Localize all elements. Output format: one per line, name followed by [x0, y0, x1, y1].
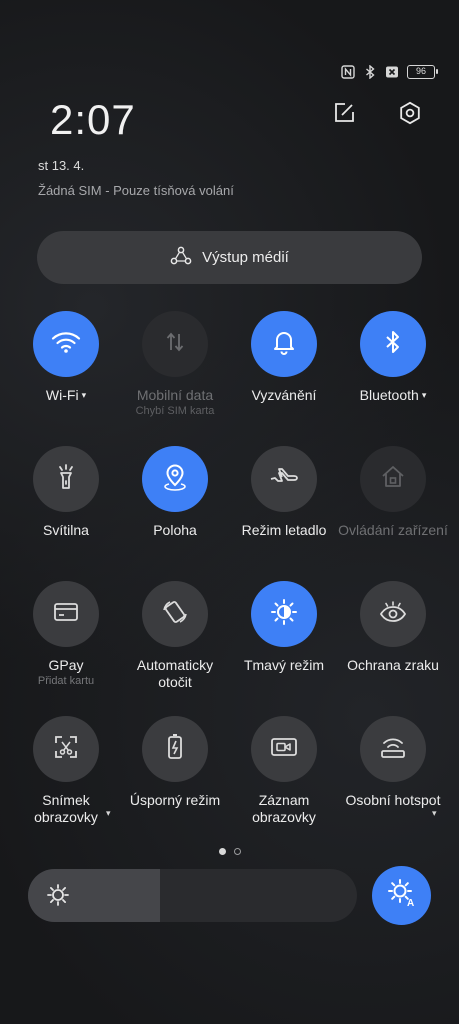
tile-battery-saver[interactable]: Úsporný režim	[120, 716, 230, 809]
tile-screen-record-toggle[interactable]	[251, 716, 317, 782]
tile-wifi-label: Wi-Fi	[45, 387, 79, 403]
tile-mobile-data[interactable]: Mobilní data Chybí SIM karta	[120, 311, 230, 418]
bluetooth-icon	[383, 329, 403, 360]
tile-bluetooth[interactable]: Bluetooth ▾	[338, 311, 448, 404]
mobile-data-icon	[163, 330, 187, 359]
bluetooth-icon	[363, 65, 377, 79]
wifi-icon	[51, 330, 81, 359]
status-bar: 96	[341, 62, 438, 82]
tile-battery-saver-label: Úsporný režim	[129, 792, 221, 808]
edit-icon[interactable]	[331, 100, 357, 126]
nfc-icon	[341, 65, 355, 79]
tile-screenshot[interactable]: Snímek obrazovky	[11, 716, 121, 826]
page-dot-1[interactable]	[218, 848, 226, 855]
hotspot-caret[interactable]: ▾	[432, 808, 437, 819]
page-indicator	[0, 848, 459, 855]
tile-flashlight-label: Svítilna	[43, 522, 89, 538]
tile-gpay-toggle[interactable]	[33, 581, 99, 647]
tile-screenshot-label: Snímek obrazovky	[34, 792, 98, 825]
brightness-slider[interactable]	[28, 869, 357, 922]
date: st 13. 4.	[38, 158, 85, 173]
eye-icon	[379, 600, 407, 629]
bell-icon	[272, 329, 296, 360]
tile-device-controls[interactable]: Ovládání zařízení	[338, 446, 448, 539]
tile-eye-comfort-toggle[interactable]	[360, 581, 426, 647]
page-dot-2[interactable]	[233, 848, 241, 855]
tile-mobile-data-sub: Chybí SIM karta	[135, 405, 215, 417]
tile-battery-saver-toggle[interactable]	[142, 716, 208, 782]
brightness-icon	[46, 883, 70, 907]
tile-wifi[interactable]: Wi-Fi ▾	[11, 311, 121, 404]
media-output-icon	[170, 246, 192, 270]
tile-autorotate[interactable]: Automaticky otočit	[120, 581, 230, 691]
home-icon	[380, 464, 406, 495]
tile-hotspot-toggle[interactable]	[360, 716, 426, 782]
clock: 2:07	[50, 96, 136, 143]
flashlight-icon	[54, 463, 78, 496]
screenshot-icon	[53, 734, 79, 765]
tile-autorotate-toggle[interactable]	[142, 581, 208, 647]
tile-device-controls-toggle[interactable]	[360, 446, 426, 512]
header-actions	[331, 100, 423, 126]
bluetooth-caret[interactable]: ▾	[422, 390, 427, 400]
tile-gpay-label: GPay	[48, 657, 84, 673]
hotspot-icon	[379, 734, 407, 765]
tile-ring-label: Vyzvánění	[251, 387, 317, 403]
tile-flashlight-toggle[interactable]	[33, 446, 99, 512]
auto-brightness-icon: A	[387, 878, 417, 913]
battery-indicator: 96	[407, 65, 438, 79]
tile-bluetooth-label: Bluetooth	[359, 387, 419, 403]
tile-gpay[interactable]: GPay Přidat kartu	[11, 581, 121, 688]
tile-mobile-data-label: Mobilní data	[136, 387, 214, 403]
svg-text:A: A	[407, 898, 414, 908]
tile-mobile-data-toggle[interactable]	[142, 311, 208, 377]
location-icon	[162, 463, 188, 496]
tile-location[interactable]: Poloha	[120, 446, 230, 539]
tile-location-toggle[interactable]	[142, 446, 208, 512]
screenshot-caret[interactable]: ▾	[106, 808, 111, 819]
tile-flashlight[interactable]: Svítilna	[11, 446, 121, 539]
tile-screenshot-toggle[interactable]	[33, 716, 99, 782]
tile-hotspot[interactable]: Osobní hotspot	[338, 716, 448, 809]
tile-screen-record-label: Záznam obrazovky	[252, 792, 316, 825]
dark-mode-icon	[270, 598, 298, 631]
tile-airplane-label: Režim letadlo	[241, 522, 327, 538]
wifi-caret[interactable]: ▾	[82, 390, 87, 400]
tile-eye-comfort[interactable]: Ochrana zraku	[338, 581, 448, 674]
airplane-icon	[269, 466, 299, 493]
battery-saver-icon	[166, 733, 184, 766]
tile-wifi-toggle[interactable]	[33, 311, 99, 377]
settings-icon[interactable]	[397, 100, 423, 126]
tile-airplane-toggle[interactable]	[251, 446, 317, 512]
tile-screen-record[interactable]: Záznam obrazovky	[229, 716, 339, 826]
tile-gpay-sub: Přidat kartu	[37, 675, 95, 687]
tile-autorotate-label: Automaticky otočit	[136, 657, 214, 690]
tile-bluetooth-toggle[interactable]	[360, 311, 426, 377]
media-output-button[interactable]: Výstup médií	[37, 231, 422, 284]
tile-eye-comfort-label: Ochrana zraku	[347, 657, 439, 673]
sim-status: Žádná SIM - Pouze tísňová volání	[38, 183, 234, 198]
no-sim-icon	[385, 65, 399, 79]
auto-brightness-button[interactable]: A	[372, 866, 431, 925]
card-icon	[53, 602, 79, 627]
tile-dark-mode[interactable]: Tmavý režim	[229, 581, 339, 674]
tile-dark-mode-label: Tmavý režim	[243, 657, 325, 673]
tile-ring[interactable]: Vyzvánění	[229, 311, 339, 404]
tile-hotspot-label: Osobní hotspot	[345, 792, 441, 808]
tile-ring-toggle[interactable]	[251, 311, 317, 377]
rotate-icon	[161, 598, 189, 631]
tile-device-controls-label: Ovládání zařízení	[338, 522, 448, 538]
media-output-label: Výstup médií	[202, 249, 289, 266]
tile-dark-mode-toggle[interactable]	[251, 581, 317, 647]
tile-location-label: Poloha	[153, 522, 197, 538]
screen-record-icon	[270, 736, 298, 763]
tile-airplane[interactable]: Režim letadlo	[229, 446, 339, 539]
